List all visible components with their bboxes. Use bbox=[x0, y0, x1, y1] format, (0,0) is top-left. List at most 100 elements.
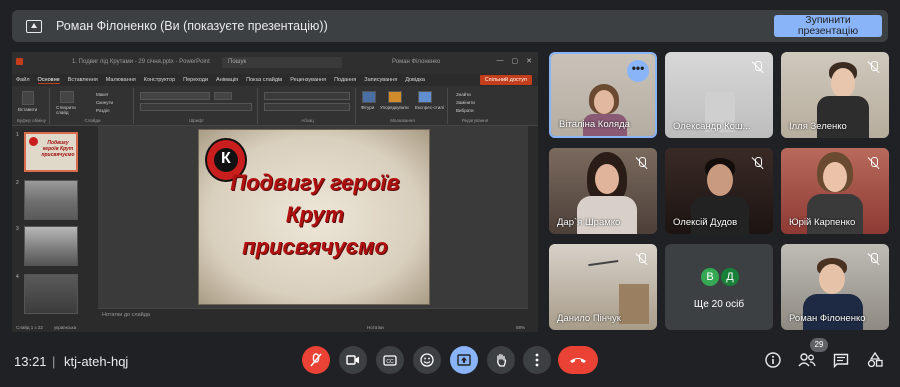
slide-thumbnail-3[interactable] bbox=[24, 226, 78, 266]
layout-button[interactable]: Макет bbox=[96, 92, 109, 97]
paste-icon[interactable] bbox=[22, 91, 34, 105]
new-slide-icon[interactable] bbox=[60, 91, 74, 103]
maximize-icon[interactable]: ▢ bbox=[512, 57, 519, 65]
ribbon-group-font: Шрифт bbox=[136, 88, 258, 124]
separator: | bbox=[52, 354, 56, 369]
ribbon-tab[interactable]: Переходи bbox=[183, 77, 208, 83]
participant-tile[interactable]: ••• Віталіна Коляда bbox=[549, 52, 657, 138]
ribbon: Вставити Буфер обміну Створити слайд Мак… bbox=[12, 86, 538, 126]
stop-presenting-button[interactable]: Зупинити презентацію bbox=[774, 15, 882, 37]
more-options-button[interactable] bbox=[523, 346, 551, 374]
present-now-button[interactable] bbox=[450, 346, 478, 374]
avatar: В bbox=[701, 268, 719, 286]
ribbon-tab[interactable]: Малювання bbox=[106, 77, 136, 83]
participant-tile[interactable]: Юрій Карпенко bbox=[781, 148, 889, 234]
share-button[interactable]: Спільний доступ bbox=[479, 75, 532, 85]
ribbon-tab[interactable]: Записування bbox=[364, 77, 397, 83]
face bbox=[819, 264, 845, 294]
ribbon-tab[interactable]: Анімація bbox=[216, 77, 238, 83]
background-object bbox=[619, 284, 649, 324]
chat-button[interactable] bbox=[831, 350, 851, 370]
shapes-icon[interactable] bbox=[362, 91, 376, 103]
slide-number: 2 bbox=[16, 180, 19, 186]
participant-tile-self[interactable]: Роман Філоненко bbox=[781, 244, 889, 330]
shapes-icon bbox=[867, 352, 883, 368]
slide-number: 4 bbox=[16, 274, 19, 280]
captions-button[interactable]: CC bbox=[376, 346, 404, 374]
face bbox=[823, 162, 847, 192]
paragraph-buttons[interactable] bbox=[264, 92, 350, 100]
arrange-button[interactable]: Упорядкувати bbox=[380, 105, 409, 110]
section-button[interactable]: Розділ bbox=[96, 108, 109, 113]
ribbon-tab[interactable]: Конструктор bbox=[144, 77, 175, 83]
participant-tile[interactable]: Олексій Дудов bbox=[665, 148, 773, 234]
ribbon-tabs: Файл Основне Вставлення Малювання Констр… bbox=[12, 74, 538, 86]
minimize-icon[interactable]: — bbox=[497, 57, 504, 65]
font-size-select[interactable] bbox=[214, 92, 232, 100]
quick-styles-icon[interactable] bbox=[418, 91, 432, 103]
mic-off-icon bbox=[867, 252, 881, 266]
ribbon-tab[interactable]: Подання bbox=[334, 77, 356, 83]
ribbon-group-paragraph: Абзац bbox=[260, 88, 356, 124]
slide-title-line-1: Подвигу героїв bbox=[230, 170, 400, 195]
participant-name: Роман Філоненко bbox=[789, 313, 866, 324]
window-controls: — ▢ ✕ bbox=[497, 57, 533, 65]
more-vert-icon bbox=[535, 353, 539, 367]
shapes-button[interactable]: Фігури bbox=[361, 105, 374, 110]
quick-styles-button[interactable]: Експрес-стилі bbox=[415, 105, 445, 110]
camera-icon bbox=[346, 355, 359, 365]
activities-button[interactable] bbox=[865, 350, 885, 370]
close-icon[interactable]: ✕ bbox=[526, 57, 532, 65]
paste-button[interactable]: Вставити bbox=[18, 107, 37, 112]
notes-toggle[interactable]: Нотатки bbox=[367, 325, 384, 330]
ribbon-tab[interactable]: Вставлення bbox=[68, 77, 98, 83]
participant-name: Олександр Кош... bbox=[673, 121, 751, 132]
ribbon-tab[interactable]: Файл bbox=[16, 77, 30, 83]
replace-button[interactable]: Замінити bbox=[456, 100, 475, 105]
current-slide[interactable]: К Подвигу героїв Крут присвячуємо bbox=[198, 129, 430, 305]
current-time: 13:21 bbox=[14, 354, 47, 369]
kruty-logo-icon bbox=[29, 137, 38, 146]
face bbox=[594, 90, 614, 114]
participant-tile[interactable]: Дар`я Шрамко bbox=[549, 148, 657, 234]
reset-button[interactable]: Скинути bbox=[96, 100, 113, 105]
powerpoint-search-input[interactable]: Пошук bbox=[222, 57, 342, 68]
ribbon-tab-active[interactable]: Основне bbox=[37, 77, 60, 84]
mic-off-icon bbox=[867, 156, 881, 170]
slide-thumbnail-4[interactable] bbox=[24, 274, 78, 314]
reactions-button[interactable] bbox=[413, 346, 441, 374]
participant-tile[interactable]: Олександр Кош... bbox=[665, 52, 773, 138]
arrange-icon[interactable] bbox=[388, 91, 402, 103]
more-options-icon[interactable]: ••• bbox=[627, 60, 649, 82]
zoom-level[interactable]: 58% bbox=[516, 325, 525, 330]
ribbon-tab[interactable]: Рецензування bbox=[290, 77, 326, 83]
new-slide-button[interactable]: Створити слайд bbox=[56, 105, 82, 115]
slide-thumbnail-1[interactable]: Подвигу героїв Крут присвячуємо bbox=[24, 132, 78, 172]
participant-tile[interactable]: Данило Пінчук bbox=[549, 244, 657, 330]
font-name-select[interactable] bbox=[140, 92, 210, 100]
chat-icon bbox=[833, 353, 849, 368]
participant-name: Дар`я Шрамко bbox=[557, 217, 621, 228]
alignment-buttons[interactable] bbox=[264, 103, 350, 111]
font-format-buttons[interactable] bbox=[140, 103, 252, 111]
microphone-toggle-button[interactable] bbox=[302, 346, 330, 374]
meeting-controls-bar: 13:21 | ktj-ateh-hqj CC 29 bbox=[0, 338, 900, 387]
notes-pane[interactable]: Нотатки до слайда bbox=[98, 308, 528, 322]
meeting-details-button[interactable] bbox=[763, 350, 783, 370]
mic-off-icon bbox=[751, 156, 765, 170]
find-button[interactable]: Знайти bbox=[456, 92, 471, 97]
people-button[interactable] bbox=[797, 350, 817, 370]
powerpoint-logo bbox=[16, 58, 23, 65]
camera-toggle-button[interactable] bbox=[339, 346, 367, 374]
ribbon-tab[interactable]: Довідка bbox=[405, 77, 425, 83]
select-button[interactable]: Вибрати bbox=[456, 108, 474, 113]
participant-name: Віталіна Коляда bbox=[559, 119, 630, 130]
participant-tile[interactable]: Ілля Зеленко bbox=[781, 52, 889, 138]
slide-thumbnail-2[interactable] bbox=[24, 180, 78, 220]
ribbon-tab[interactable]: Показ слайдів bbox=[246, 77, 282, 83]
raise-hand-button[interactable] bbox=[487, 346, 515, 374]
others-tile[interactable]: В Д Ще 20 осіб bbox=[665, 244, 773, 330]
leave-call-button[interactable] bbox=[558, 346, 598, 374]
ribbon-group-label: Малювання bbox=[390, 118, 415, 123]
body bbox=[577, 196, 637, 234]
